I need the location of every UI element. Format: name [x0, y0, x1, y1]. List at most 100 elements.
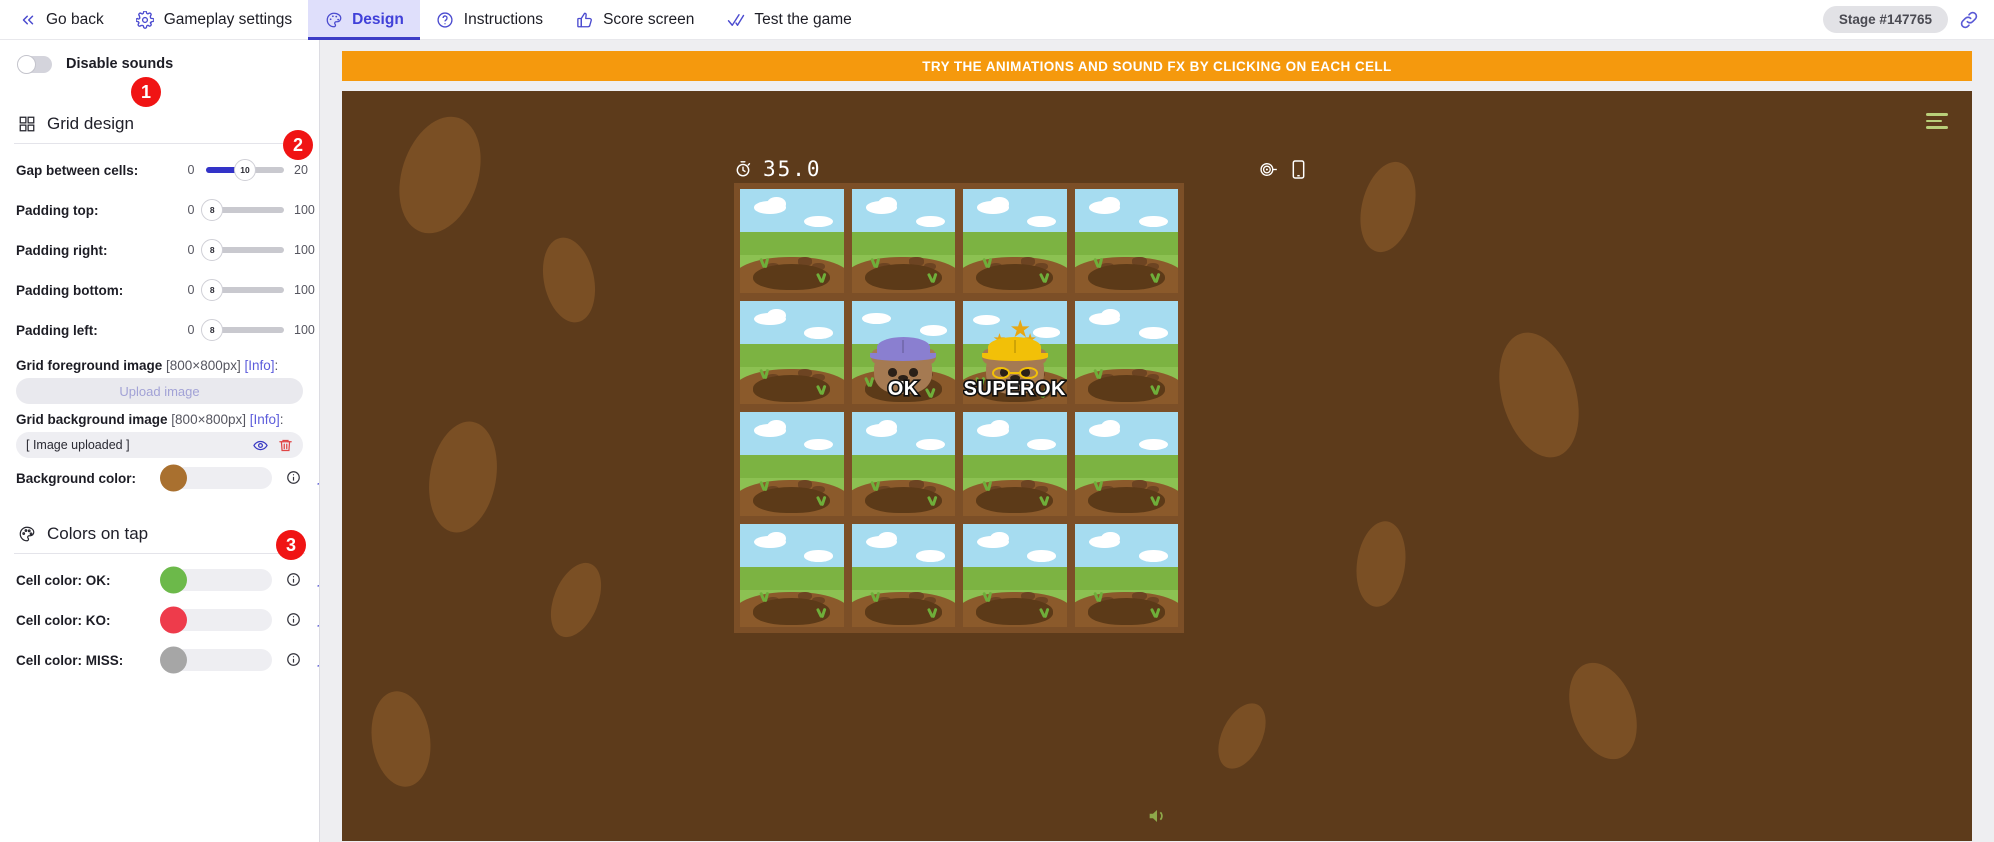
upload-foreground-image-button[interactable]: Upload image [16, 378, 303, 404]
background-blob [1208, 695, 1276, 777]
stage-id-chip[interactable]: Stage #147765 [1822, 6, 1948, 33]
cell-color-miss-field[interactable] [160, 646, 272, 674]
slider-row-padding-bottom: Padding bottom: 0 8 100 [0, 270, 319, 310]
grid-cell[interactable] [738, 521, 846, 629]
grid-cell[interactable] [738, 410, 846, 518]
info-icon[interactable] [286, 572, 302, 588]
hamburger-menu-icon[interactable] [1926, 113, 1948, 129]
padding-left-slider[interactable]: 8 [201, 319, 284, 341]
cell-color-miss-row: Cell color: MISS: [0, 640, 319, 680]
gear-icon [136, 11, 155, 30]
eye-icon[interactable] [253, 438, 268, 453]
background-blob [365, 687, 437, 791]
link-icon[interactable] [1958, 9, 1980, 31]
grid-cell[interactable] [849, 521, 957, 629]
fg-info-link[interactable]: [Info] [245, 358, 275, 373]
uploaded-actions [253, 438, 293, 453]
grid-cell[interactable] [738, 187, 846, 295]
nav-label: Design [352, 11, 404, 28]
slider-label: Padding right: [16, 242, 108, 258]
grid-cell-mole-ok[interactable]: OK [849, 298, 957, 406]
mole-glasses [991, 366, 1038, 379]
speaker-icon[interactable] [1146, 805, 1168, 827]
nav-item-go-back[interactable]: Go back [0, 0, 120, 40]
game-hud: 35.0 [734, 157, 1310, 181]
mobile-device-icon[interactable] [1291, 159, 1310, 179]
cell-color-ko-actions [286, 612, 319, 628]
grid-cell[interactable] [961, 521, 1069, 629]
target-icon[interactable] [1259, 160, 1278, 179]
cell-color-ko-row: Cell color: KO: [0, 600, 319, 640]
cell-color-ko-swatch[interactable] [160, 606, 187, 634]
grid-cell[interactable] [961, 187, 1069, 295]
game-preview-panel: TRY THE ANIMATIONS AND SOUND FX BY CLICK… [320, 40, 1994, 842]
colors-on-tap-section-header: Colors on tap [0, 524, 319, 544]
gap-between-cells-slider[interactable]: 10 [206, 159, 284, 181]
grid-design-section-header: Grid design [0, 114, 319, 134]
grid-cell[interactable] [849, 410, 957, 518]
trash-icon[interactable] [278, 438, 293, 453]
cell-color-miss-swatch[interactable] [160, 646, 187, 674]
background-blob [540, 555, 612, 645]
topnav-right-group: Stage #147765 [1822, 0, 1994, 39]
grid-cell-mole-superok[interactable]: ★ ★ ★ SUPEROK [961, 298, 1069, 406]
bg-info-link[interactable]: [Info] [250, 412, 280, 427]
background-color-field[interactable] [160, 464, 272, 492]
cell-caption: SUPEROK [963, 376, 1067, 401]
padding-right-slider[interactable]: 8 [201, 239, 284, 261]
nav-item-design[interactable]: Design [308, 0, 420, 40]
slider-thumb[interactable]: 8 [201, 239, 224, 261]
grid-cell[interactable] [1072, 410, 1180, 518]
chevrons-left-icon [18, 11, 37, 30]
padding-bottom-slider[interactable]: 8 [201, 279, 284, 301]
slider-max-value: 20 [294, 163, 308, 177]
hud-timer-group: 35.0 [734, 157, 822, 181]
disable-sounds-toggle[interactable] [17, 54, 52, 74]
grid-foreground-image-label: Grid foreground image [800×800px] [Info]… [0, 358, 319, 373]
grid-cell[interactable] [961, 410, 1069, 518]
bg-label-text: Grid background image [16, 412, 168, 427]
background-color-actions [286, 470, 319, 486]
cell-color-miss-label: Cell color: MISS: [16, 652, 124, 668]
info-icon[interactable] [286, 652, 302, 668]
grid-cell[interactable] [1072, 187, 1180, 295]
nav-item-test-the-game[interactable]: Test the game [710, 0, 867, 40]
step-badge-2: 2 [283, 130, 313, 160]
slider-thumb[interactable]: 8 [201, 319, 224, 341]
background-image-uploaded-bar: [ Image uploaded ] [16, 432, 303, 458]
bg-colon: : [279, 412, 284, 427]
padding-top-slider[interactable]: 8 [201, 199, 284, 221]
slider-row-padding-left: Padding left: 0 8 100 [0, 310, 319, 350]
nav-item-score-screen[interactable]: Score screen [559, 0, 710, 40]
slider-label: Padding left: [16, 322, 98, 338]
nav-item-gameplay-settings[interactable]: Gameplay settings [120, 0, 308, 40]
colors-on-tap-title: Colors on tap [47, 524, 149, 543]
info-icon[interactable] [286, 470, 302, 486]
slider-label: Padding bottom: [16, 282, 124, 298]
grid-cell[interactable] [849, 187, 957, 295]
game-stage: 35.0 OK ★ SUPEROK [342, 91, 1972, 841]
fg-label-text: Grid foreground image [16, 358, 163, 373]
background-color-swatch[interactable] [160, 464, 187, 492]
background-color-label: Background color: [16, 470, 137, 486]
info-icon[interactable] [286, 612, 302, 628]
cell-color-ok-swatch[interactable] [160, 566, 187, 594]
slider-thumb[interactable]: 10 [234, 159, 256, 181]
cell-color-ok-field[interactable] [160, 566, 272, 594]
thumbs-up-icon [575, 11, 594, 30]
background-blob [1485, 323, 1593, 467]
nav-item-instructions[interactable]: Instructions [420, 0, 559, 40]
slider-thumb[interactable]: 8 [201, 279, 224, 301]
grid-cell[interactable] [1072, 521, 1180, 629]
hud-timer-value: 35.0 [763, 157, 822, 181]
cell-color-ko-field[interactable] [160, 606, 272, 634]
top-navigation-bar: Go back Gameplay settings Design Instruc… [0, 0, 1994, 40]
cell-color-ok-row: Cell color: OK: [0, 560, 319, 600]
slider-max-value: 100 [294, 203, 315, 217]
section-divider [14, 143, 305, 144]
nav-label: Test the game [754, 11, 852, 28]
slider-max-value: 100 [294, 243, 315, 257]
grid-cell[interactable] [1072, 298, 1180, 406]
grid-cell[interactable] [738, 298, 846, 406]
slider-thumb[interactable]: 8 [201, 199, 224, 221]
